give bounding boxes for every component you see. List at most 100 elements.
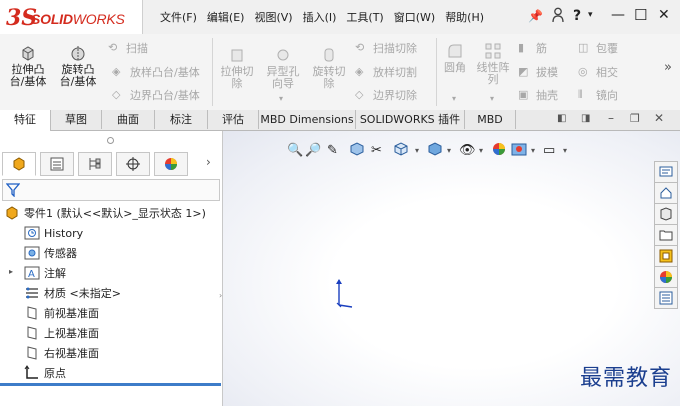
tab-solidworks-addins[interactable]: SOLIDWORKS 插件 — [356, 110, 465, 129]
tab-sketch[interactable]: 草图 — [51, 110, 102, 129]
shell-button[interactable]: ▣ 抽壳 — [518, 87, 558, 103]
previous-view-icon[interactable]: ✎ — [327, 143, 349, 158]
tab-property-manager[interactable] — [40, 152, 74, 176]
menu-edit[interactable]: 编辑(E) — [207, 9, 245, 25]
boundary-cut-button[interactable]: ◇ 边界切除 — [355, 87, 417, 103]
chevron-down-icon[interactable]: ▾ — [447, 146, 459, 155]
edit-appearance-icon[interactable] — [491, 141, 511, 160]
tab-configuration-manager[interactable] — [78, 152, 112, 176]
sweep-cut-button[interactable]: ⟲ 扫描切除 — [355, 40, 417, 56]
help-icon[interactable]: ? — [573, 8, 581, 24]
menu-insert[interactable]: 插入(I) — [303, 9, 337, 25]
revolve-boss-button[interactable]: 旋转凸 台/基体 — [56, 44, 100, 88]
mirror-button[interactable]: ⫴ 镜向 — [578, 87, 618, 103]
zoom-to-area-icon[interactable]: 🔎 — [305, 143, 327, 158]
loft-button[interactable]: ◈ 放样凸台/基体 — [112, 64, 200, 80]
hole-wizard-icon — [277, 49, 289, 61]
expand-arrow-icon[interactable]: ▸ — [9, 267, 13, 276]
dynamic-annotation-icon[interactable]: ✂ — [371, 143, 393, 158]
menu-window[interactable]: 窗口(W) — [394, 9, 435, 25]
tab-markup[interactable]: 标注 — [155, 110, 208, 129]
graphics-viewport[interactable]: 🔍 🔎 ✎ ✂ ▾ ▾ 👁 ▾ ▾ ▭ ▾ 最需教育 — [223, 131, 680, 406]
chevron-down-icon[interactable]: ▾ — [588, 10, 593, 20]
view-orientation-icon[interactable] — [393, 141, 415, 160]
chevron-down-icon[interactable]: ▾ — [415, 146, 427, 155]
chevron-down-icon[interactable]: ▾ — [490, 94, 494, 103]
tab-surfaces[interactable]: 曲面 — [102, 110, 155, 129]
panel-expand-icon[interactable]: ◨ — [581, 113, 590, 124]
tab-evaluate[interactable]: 评估 — [208, 110, 259, 129]
chevron-down-icon[interactable]: ▾ — [452, 94, 456, 103]
tab-mbd[interactable]: MBD — [465, 110, 516, 129]
chevron-right-icon[interactable]: › — [206, 155, 211, 169]
tree-item-front-plane[interactable]: 前视基准面 — [24, 305, 99, 321]
linear-pattern-button[interactable]: 线性阵 列 — [474, 42, 512, 86]
taskpane-view-palette-icon[interactable] — [654, 245, 678, 267]
taskpane-file-explorer-icon[interactable] — [654, 224, 678, 246]
tree-root-part[interactable]: 零件1 (默认<<默认>_显示状态 1>) — [4, 205, 206, 221]
apply-scene-icon[interactable] — [511, 141, 531, 160]
taskpane-custom-properties-icon[interactable] — [654, 287, 678, 309]
tab-display-manager[interactable] — [154, 152, 188, 176]
tab-mbd-dimensions[interactable]: MBD Dimensions — [259, 110, 356, 129]
fillet-button[interactable]: 圆角 — [440, 42, 470, 74]
boundary-boss-button[interactable]: ◇ 边界凸台/基体 — [112, 87, 200, 103]
taskpane-appearances-icon[interactable] — [654, 266, 678, 288]
revolve-cut-button[interactable]: 旋转切 除 — [308, 46, 350, 90]
panel-collapse-icon[interactable]: ◧ — [557, 113, 566, 124]
user-icon[interactable] — [552, 7, 564, 27]
extrude-boss-button[interactable]: 拉伸凸 台/基体 — [8, 44, 48, 88]
doc-minimize-button[interactable]: – — [608, 111, 614, 125]
solidworks-logo[interactable]: 3S SOLIDWORKS — [0, 0, 143, 34]
view-settings-icon[interactable]: ▭ — [543, 143, 563, 158]
tree-item-label: 原点 — [44, 367, 66, 380]
chevron-down-icon[interactable]: ▾ — [531, 146, 543, 155]
maximize-button[interactable]: ☐ — [634, 6, 647, 24]
taskpane-design-library-icon[interactable] — [654, 203, 678, 225]
panel-splitter-handle[interactable]: › — [219, 291, 222, 300]
section-view-icon[interactable] — [349, 141, 371, 160]
loft-cut-button[interactable]: ◈ 放样切割 — [355, 64, 417, 80]
sweep-button[interactable]: ⟲ 扫描 — [108, 40, 148, 56]
pin-icon[interactable]: 📌 — [528, 9, 543, 23]
doc-close-button[interactable]: ✕ — [654, 111, 664, 125]
menu-help[interactable]: 帮助(H) — [445, 9, 484, 25]
tree-item-right-plane[interactable]: 右视基准面 — [24, 345, 99, 361]
extrude-cut-button[interactable]: 拉伸切 除 — [216, 46, 258, 90]
display-style-icon[interactable] — [427, 141, 447, 160]
tree-item-sensors[interactable]: 传感器 — [24, 245, 77, 261]
ribbon-expand-button[interactable]: » — [664, 60, 672, 75]
chevron-down-icon[interactable]: ▾ — [479, 146, 491, 155]
menu-view[interactable]: 视图(V) — [254, 9, 292, 25]
taskpane-home-icon[interactable] — [654, 182, 678, 204]
tab-feature-manager[interactable] — [2, 152, 36, 176]
intersect-button[interactable]: ◎ 相交 — [578, 64, 618, 80]
zoom-to-fit-icon[interactable]: 🔍 — [287, 143, 305, 158]
minimize-button[interactable]: — — [611, 7, 625, 23]
doc-restore-button[interactable]: ❐ — [630, 112, 640, 125]
menu-tools[interactable]: 工具(T) — [346, 9, 383, 25]
rib-button[interactable]: ▮ 筋 — [518, 40, 547, 56]
tab-features[interactable]: 特征 — [0, 110, 51, 131]
sweep-icon: ⟲ — [108, 41, 118, 54]
tab-dimxpert-manager[interactable] — [116, 152, 150, 176]
chevron-down-icon[interactable]: ▾ — [279, 94, 283, 103]
annotations-icon: A — [24, 266, 40, 280]
wrap-button[interactable]: ◫ 包覆 — [578, 40, 618, 56]
panel-grip-handle[interactable] — [107, 137, 114, 144]
sweep-label: 扫描 — [126, 42, 148, 55]
tree-item-annotations[interactable]: A 注解 — [24, 265, 66, 281]
rollback-bar[interactable] — [0, 383, 221, 386]
close-button[interactable]: ✕ — [658, 7, 670, 23]
hole-wizard-button[interactable]: 异型孔 向导 — [262, 46, 304, 90]
chevron-down-icon[interactable]: ▾ — [563, 146, 575, 155]
tree-item-top-plane[interactable]: 上视基准面 — [24, 325, 99, 341]
draft-button[interactable]: ◩ 拔模 — [518, 64, 558, 80]
tree-item-material[interactable]: 材质 <未指定> — [24, 285, 121, 301]
menu-file[interactable]: 文件(F) — [160, 9, 197, 25]
tree-item-history[interactable]: History — [24, 225, 83, 241]
hide-show-items-icon[interactable]: 👁 — [459, 143, 479, 158]
filter-box[interactable] — [2, 179, 220, 201]
tree-item-origin[interactable]: 原点 — [24, 365, 66, 381]
taskpane-resources-button[interactable] — [654, 161, 678, 183]
